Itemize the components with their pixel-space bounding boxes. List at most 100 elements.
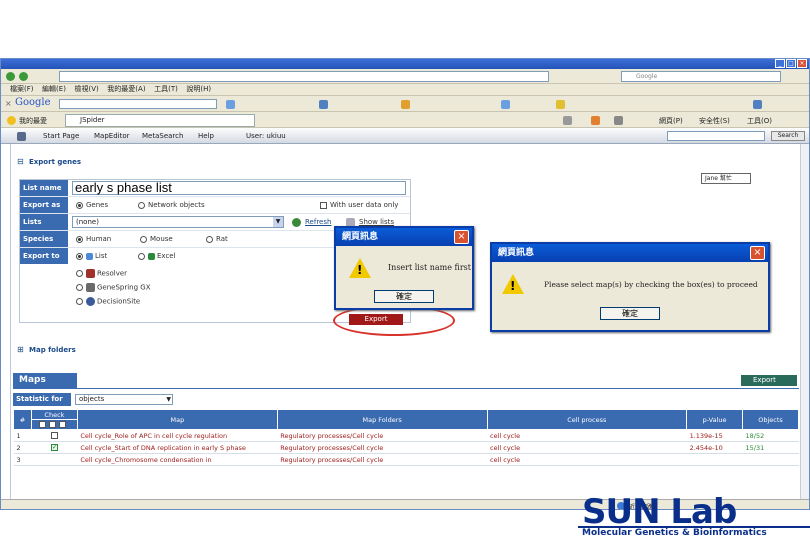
row-checkbox-checked[interactable]: ✓ xyxy=(50,444,58,451)
close-toolbar-icon[interactable]: × xyxy=(5,99,12,108)
row-checkbox[interactable] xyxy=(50,432,58,439)
toolbar-wrench-icon[interactable] xyxy=(753,100,762,109)
species-mouse[interactable]: Mouse xyxy=(140,235,173,243)
close-icon[interactable]: × xyxy=(454,230,469,244)
menu-tools[interactable]: 工具(T) xyxy=(151,84,181,94)
row-folder[interactable]: Regulatory processes/Cell cycle xyxy=(277,453,488,466)
row-map[interactable]: Cell cycle_Role of APC in cell cycle reg… xyxy=(77,429,278,442)
ok-button[interactable]: 確定 xyxy=(600,307,660,320)
export-to-genespring[interactable]: GeneSpring GX xyxy=(76,283,151,292)
row-folder[interactable]: Regulatory processes/Cell cycle xyxy=(277,441,488,454)
select-page-checkbox[interactable] xyxy=(49,421,57,428)
show-lists-link[interactable]: Show lists xyxy=(359,218,394,226)
col-cell-process[interactable]: Cell process xyxy=(486,409,688,430)
site-search-button[interactable]: Search xyxy=(771,131,805,141)
maximize-button[interactable]: □ xyxy=(786,59,796,68)
forward-icon[interactable] xyxy=(19,72,28,81)
genespring-radio[interactable] xyxy=(76,284,83,291)
help-tag[interactable]: Jane 幫忙 xyxy=(701,173,751,184)
address-input[interactable] xyxy=(59,71,549,82)
col-map-folders[interactable]: Map Folders xyxy=(276,409,488,430)
maps-export-button[interactable]: Export xyxy=(741,375,797,386)
export-to-decisionsite[interactable]: DecisionSite xyxy=(76,297,140,306)
tab-jspider[interactable]: JSpider xyxy=(65,114,255,127)
export-as-network[interactable]: Network objects xyxy=(138,201,205,209)
nav-mapeditor[interactable]: MapEditor xyxy=(94,132,130,140)
mouse-radio[interactable] xyxy=(140,235,147,243)
back-icon[interactable] xyxy=(6,72,15,81)
table-row[interactable]: 1 Cell cycle_Role of APC in cell cycle r… xyxy=(13,429,799,442)
toolbar-bookmark-icon[interactable] xyxy=(401,100,410,109)
row-objects[interactable]: 18/52 xyxy=(742,429,799,442)
export-to-list[interactable]: List xyxy=(76,252,107,260)
list-name-input[interactable]: early s phase list xyxy=(72,181,406,195)
col-pvalue[interactable]: p-Value xyxy=(686,409,744,430)
col-map[interactable]: Map xyxy=(76,409,278,430)
menu-edit[interactable]: 編輯(E) xyxy=(39,84,69,94)
clear-checkbox[interactable] xyxy=(59,421,67,428)
species-rat[interactable]: Rat xyxy=(206,235,228,243)
select-all-checkbox[interactable] xyxy=(39,421,47,428)
close-window-button[interactable]: × xyxy=(797,59,807,68)
user-data-checkbox[interactable] xyxy=(320,201,327,209)
excel-radio[interactable] xyxy=(138,252,145,260)
print-icon[interactable] xyxy=(614,116,623,125)
row-objects[interactable]: 15/31 xyxy=(742,441,799,454)
toolbar-tool-icon[interactable] xyxy=(319,100,328,109)
refresh-icon[interactable] xyxy=(292,218,301,227)
rat-radio[interactable] xyxy=(206,235,213,243)
table-row[interactable]: 3 Cell cycle_Chromosome condensation in … xyxy=(13,453,799,466)
google-search-input[interactable]: Google xyxy=(621,71,781,82)
row-map[interactable]: Cell cycle_Chromosome condensation in xyxy=(77,453,278,466)
row-folder[interactable]: Regulatory processes/Cell cycle xyxy=(277,429,488,442)
ok-button[interactable]: 確定 xyxy=(374,290,434,303)
nav-metasearch[interactable]: MetaSearch xyxy=(142,132,183,140)
chevron-down-icon[interactable]: ▼ xyxy=(273,217,283,227)
favorites-label[interactable]: 我的最愛 xyxy=(19,116,47,126)
menu-view[interactable]: 檢視(V) xyxy=(71,84,101,94)
list-radio[interactable] xyxy=(76,252,83,260)
nav-start-page[interactable]: Start Page xyxy=(43,132,79,140)
tab-maps[interactable]: Maps xyxy=(13,373,77,388)
site-search-input[interactable] xyxy=(667,131,765,141)
user-data-option[interactable]: With user data only xyxy=(320,201,398,209)
collapse-export-icon[interactable]: ⊟ xyxy=(17,157,24,166)
home-icon[interactable] xyxy=(563,116,572,125)
network-radio[interactable] xyxy=(138,201,145,209)
menu-help[interactable]: 說明(H) xyxy=(183,84,214,94)
row-map[interactable]: Cell cycle_Start of DNA replication in e… xyxy=(77,441,278,454)
human-radio[interactable] xyxy=(76,235,83,243)
tools-menu[interactable]: 工具(O) xyxy=(747,116,772,126)
chevron-down-icon[interactable]: ▼ xyxy=(166,395,171,404)
scrollbar[interactable] xyxy=(800,144,809,499)
expand-map-folders-icon[interactable]: ⊞ xyxy=(17,345,24,354)
decisionsite-radio[interactable] xyxy=(76,298,83,305)
genes-radio[interactable] xyxy=(76,201,83,209)
close-icon[interactable]: × xyxy=(750,246,765,260)
nav-user[interactable]: User: ukiuu xyxy=(246,132,286,140)
nav-help[interactable]: Help xyxy=(198,132,214,140)
menu-favorites[interactable]: 我的最愛(A) xyxy=(104,84,148,94)
statistic-select[interactable]: objects ▼ xyxy=(75,394,173,405)
toolbar-pencil-icon[interactable] xyxy=(556,100,565,109)
minimize-button[interactable]: _ xyxy=(775,59,785,68)
toolbar-check-icon[interactable] xyxy=(501,100,510,109)
refresh-link[interactable]: Refresh xyxy=(305,218,331,226)
feeds-icon[interactable] xyxy=(591,116,600,125)
export-to-excel[interactable]: Excel xyxy=(138,252,176,260)
export-to-resolver[interactable]: Resolver xyxy=(76,269,127,278)
lists-select[interactable]: (none) ▼ xyxy=(72,216,284,228)
export-as-genes[interactable]: Genes xyxy=(76,201,108,209)
table-row[interactable]: 2 ✓ Cell cycle_Start of DNA replication … xyxy=(13,441,799,454)
resolver-radio[interactable] xyxy=(76,270,83,277)
google-toolbar-input[interactable] xyxy=(59,99,217,109)
safety-menu[interactable]: 安全性(S) xyxy=(699,116,730,126)
col-objects[interactable]: Objects xyxy=(742,409,799,430)
species-human[interactable]: Human xyxy=(76,235,111,243)
toolbar-search-icon[interactable] xyxy=(226,100,235,109)
menu-file[interactable]: 檔案(F) xyxy=(7,84,37,94)
list-name-row: List name early s phase list xyxy=(20,180,410,197)
page-menu[interactable]: 網頁(P) xyxy=(659,116,683,126)
favorites-star-icon[interactable] xyxy=(7,116,16,125)
row-objects[interactable] xyxy=(742,453,799,466)
